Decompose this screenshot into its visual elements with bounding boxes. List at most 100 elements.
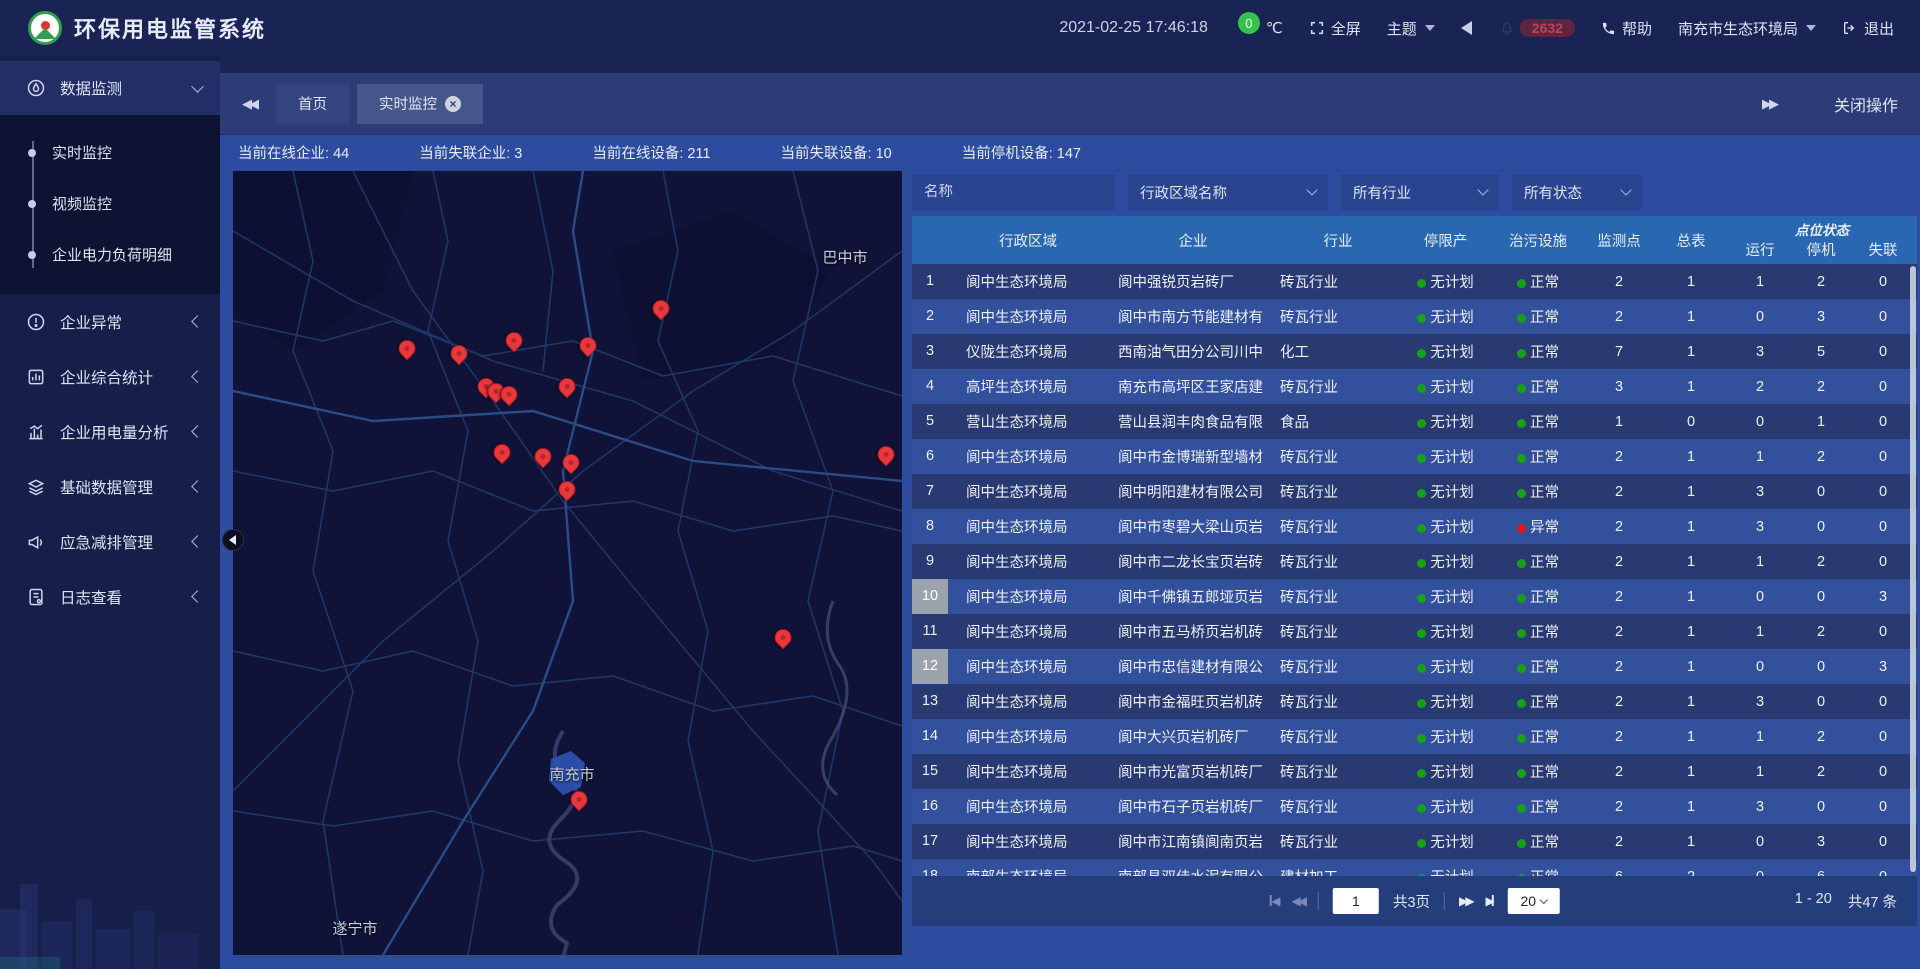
status-text: 无计划 [1430, 275, 1474, 291]
cell-meters: 1 [1655, 484, 1727, 500]
cell-industry: 砖瓦行业 [1278, 376, 1398, 397]
cell-facility: 正常 [1493, 831, 1583, 852]
table-row[interactable]: 16阆中生态环境局阆中市石子页岩机砖厂砖瓦行业无计划正常21300 [912, 789, 1917, 824]
status-filter-select[interactable]: 所有状态 [1512, 174, 1642, 210]
close-operations-button[interactable]: 关闭操作 [1834, 92, 1898, 116]
page-number-input[interactable] [1333, 888, 1379, 914]
table-row[interactable]: 12阆中生态环境局阆中市忠信建材有限公砖瓦行业无计划正常21003 [912, 649, 1917, 684]
stat-value: 44 [333, 146, 349, 162]
cell-company: 阆中强锐页岩砖厂 [1108, 271, 1278, 292]
table-row[interactable]: 15阆中生态环境局阆中市光富页岩机砖厂砖瓦行业无计划正常21120 [912, 754, 1917, 789]
cell-company: 南部县双佳水泥有限公 [1108, 866, 1278, 876]
region-filter-select[interactable]: 行政区域名称 [1128, 174, 1328, 210]
status-dot-icon [1517, 594, 1526, 603]
page-size-select[interactable]: 20 [1508, 888, 1560, 914]
chevron-left-icon [191, 370, 204, 383]
map-roads [233, 171, 902, 955]
sidebar-subitem-3[interactable]: 企业电力负荷明细 [0, 229, 220, 280]
sidebar-item-7[interactable]: 日志查看 [0, 569, 220, 624]
temperature: 0 ℃ [1234, 17, 1283, 39]
cell-facility: 异常 [1493, 516, 1583, 537]
sidebar-subitem-2[interactable]: 视频监控 [0, 178, 220, 229]
table-row[interactable]: 11阆中生态环境局阆中市五马桥页岩机砖砖瓦行业无计划正常21120 [912, 614, 1917, 649]
row-index: 6 [912, 439, 948, 474]
tab-home[interactable]: 首页 [276, 84, 349, 124]
stats-icon [26, 367, 46, 387]
map-city-label: 遂宁市 [332, 918, 377, 939]
table-row[interactable]: 13阆中生态环境局阆中市金福旺页岩机砖砖瓦行业无计划正常21300 [912, 684, 1917, 719]
table-row[interactable]: 10阆中生态环境局阆中千佛镇五郎垭页岩砖瓦行业无计划正常21003 [912, 579, 1917, 614]
status-dot-icon [1417, 839, 1426, 848]
datetime: 2021-02-25 17:46:18 [1059, 19, 1208, 37]
fullscreen-button[interactable]: 全屏 [1309, 18, 1361, 39]
status-text: 正常 [1530, 660, 1559, 676]
table-row[interactable]: 14阆中生态环境局阆中大兴页岩机砖厂砖瓦行业无计划正常21120 [912, 719, 1917, 754]
exit-button[interactable]: 退出 [1842, 18, 1894, 39]
table-row[interactable]: 7阆中生态环境局阆中明阳建材有限公司砖瓦行业无计划正常21300 [912, 474, 1917, 509]
sidebar-item-2[interactable]: 企业异常 [0, 294, 220, 349]
status-text: 无计划 [1430, 730, 1474, 746]
cell-stop: 2 [1793, 729, 1849, 745]
cell-facility: 正常 [1493, 411, 1583, 432]
map[interactable]: 巴中市南充市遂宁市 [233, 171, 902, 955]
sidebar-item-6[interactable]: 应急减排管理 [0, 514, 220, 569]
help-button[interactable]: 帮助 [1601, 18, 1652, 39]
cell-meters: 1 [1655, 589, 1727, 605]
table-row[interactable]: 9阆中生态环境局阆中市二龙长宝页岩砖砖瓦行业无计划正常21120 [912, 544, 1917, 579]
cell-lost: 0 [1849, 869, 1917, 877]
status-dot-icon [1517, 349, 1526, 358]
theme-dropdown[interactable]: 主题 [1387, 18, 1435, 39]
status-dot-icon [1517, 489, 1526, 498]
industry-filter-select[interactable]: 所有行业 [1341, 174, 1499, 210]
last-page-icon[interactable]: ▶ [1486, 894, 1494, 908]
sidebar-item-4[interactable]: 企业用电量分析 [0, 404, 220, 459]
row-index: 11 [912, 614, 948, 649]
cell-region: 高坪生态环境局 [948, 376, 1108, 397]
sidebar-subitem-1[interactable]: 实时监控 [0, 127, 220, 178]
status-dot-icon [1517, 804, 1526, 813]
cell-stop: 2 [1793, 764, 1849, 780]
user-dropdown[interactable]: 南充市生态环境局 [1678, 18, 1816, 39]
status-dot-icon [1417, 629, 1426, 638]
table-scrollbar[interactable] [1910, 266, 1916, 872]
table-row[interactable]: 6阆中生态环境局阆中市金博瑞新型墙材砖瓦行业无计划正常21120 [912, 439, 1917, 474]
name-filter-input[interactable] [924, 184, 1103, 200]
speaker-icon[interactable] [1461, 21, 1472, 35]
cell-facility: 正常 [1493, 446, 1583, 467]
table-row[interactable]: 1阆中生态环境局阆中强锐页岩砖厂砖瓦行业无计划正常21120 [912, 264, 1917, 299]
sidebar-item-3[interactable]: 企业综合统计 [0, 349, 220, 404]
cell-stop: 2 [1793, 624, 1849, 640]
cell-points: 2 [1583, 834, 1655, 850]
notifications[interactable]: 2632 [1498, 19, 1575, 37]
table-row[interactable]: 2阆中生态环境局阆中市南方节能建材有砖瓦行业无计划正常21030 [912, 299, 1917, 334]
table-row[interactable]: 8阆中生态环境局阆中市枣碧大梁山页岩砖瓦行业无计划异常21300 [912, 509, 1917, 544]
cell-lost: 0 [1849, 344, 1917, 360]
cell-run: 0 [1727, 869, 1793, 877]
cell-limit: 无计划 [1398, 551, 1493, 572]
cell-limit: 无计划 [1398, 306, 1493, 327]
first-page-icon[interactable]: ◀ [1269, 894, 1277, 908]
sidebar-item-1[interactable]: 数据监测 [0, 61, 220, 115]
table-row[interactable]: 5营山生态环境局营山县润丰肉食品有限食品无计划正常10010 [912, 404, 1917, 439]
col-lost: 失联 [1849, 239, 1917, 260]
tab-realtime-monitor[interactable]: 实时监控 × [357, 84, 483, 124]
map-collapse-handle[interactable] [222, 529, 244, 551]
close-tab-icon[interactable]: × [445, 96, 461, 112]
cell-lost: 0 [1849, 834, 1917, 850]
prev-page-icon[interactable]: ◀◀ [1291, 894, 1303, 908]
cell-stop: 3 [1793, 309, 1849, 325]
cell-limit: 无计划 [1398, 866, 1493, 876]
table-row[interactable]: 18南部生态环境局南部县双佳水泥有限公建材加工无计划正常62060 [912, 859, 1917, 876]
record-total-label: 共47 条 [1848, 891, 1897, 912]
status-dot-icon [1417, 524, 1426, 533]
cell-region: 阆中生态环境局 [948, 831, 1108, 852]
tabs-scroll-left-icon[interactable]: ◀◀ [242, 96, 256, 112]
table-row[interactable]: 17阆中生态环境局阆中市江南镇阆南页岩砖瓦行业无计划正常21030 [912, 824, 1917, 859]
next-page-icon[interactable]: ▶▶ [1459, 894, 1471, 908]
table-row[interactable]: 3仪陇生态环境局西南油气田分公司川中化工无计划正常71350 [912, 334, 1917, 369]
cell-industry: 食品 [1278, 411, 1398, 432]
table-row[interactable]: 4高坪生态环境局南充市高坪区王家店建砖瓦行业无计划正常31220 [912, 369, 1917, 404]
tabs-scroll-right-icon[interactable]: ▶▶ [1762, 96, 1776, 112]
sidebar-item-5[interactable]: 基础数据管理 [0, 459, 220, 514]
cell-lost: 0 [1849, 624, 1917, 640]
